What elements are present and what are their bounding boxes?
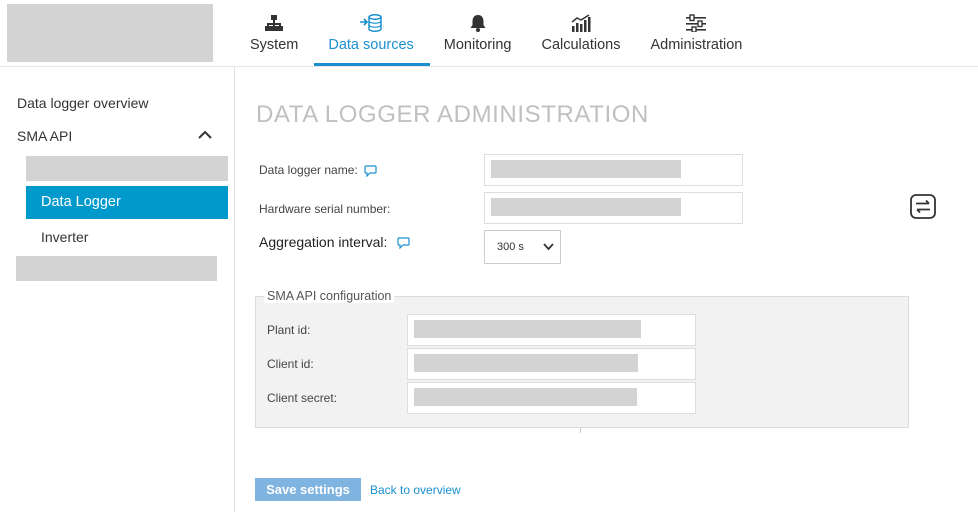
comment-icon[interactable] <box>364 165 377 177</box>
sidebar-item-inverter[interactable]: Inverter <box>41 229 88 245</box>
selected-value: 300 s <box>497 241 524 253</box>
sidebar-item-overview[interactable]: Data logger overview <box>17 95 149 111</box>
sidebar-item-data-logger[interactable]: Data Logger <box>26 186 228 219</box>
label-client-id: Client id: <box>267 357 314 371</box>
redacted-value <box>414 388 637 406</box>
label-plant-id: Plant id: <box>267 323 311 337</box>
chevron-down-icon <box>543 243 554 251</box>
client-id-input[interactable] <box>407 348 696 380</box>
redacted-value <box>491 160 681 178</box>
label-hardware-serial: Hardware serial number: <box>259 202 391 216</box>
swap-icon[interactable] <box>910 194 936 219</box>
save-settings-button[interactable]: Save settings <box>255 478 361 501</box>
nav-monitoring-label: Monitoring <box>443 37 512 53</box>
nav-monitoring[interactable]: Monitoring <box>430 0 528 66</box>
sidebar: Data logger overview SMA API Data Logger… <box>0 67 235 512</box>
redacted-value <box>414 354 638 372</box>
label-client-secret: Client secret: <box>267 391 338 405</box>
sitemap-icon <box>265 15 284 31</box>
database-import-icon <box>360 14 382 32</box>
data-logger-name-input[interactable] <box>484 154 743 186</box>
hardware-serial-input[interactable] <box>484 192 743 224</box>
page-title: DATA LOGGER ADMINISTRATION <box>256 101 649 128</box>
label-text: Aggregation interval: <box>259 234 388 250</box>
bell-icon <box>470 15 486 32</box>
label-data-logger-name: Data logger name: <box>259 163 377 177</box>
nav-data-sources-label: Data sources <box>328 37 414 53</box>
redacted-value <box>414 320 641 338</box>
plant-id-input[interactable] <box>407 314 696 346</box>
sidebar-group-sma-api[interactable]: SMA API <box>17 128 72 144</box>
logo[interactable] <box>7 4 213 62</box>
sma-api-config-legend: SMA API configuration <box>264 289 395 303</box>
aggregation-interval-select[interactable]: 300 s <box>484 230 561 264</box>
back-to-overview-link[interactable]: Back to overview <box>370 483 461 497</box>
redacted-value <box>491 198 681 216</box>
sliders-icon <box>686 14 707 32</box>
nav-administration-label: Administration <box>650 37 743 53</box>
nav-administration[interactable]: Administration <box>636 0 758 66</box>
nav-system-label: System <box>250 37 299 53</box>
sidebar-item-redacted[interactable] <box>26 156 228 181</box>
nav-calculations[interactable]: Calculations <box>527 0 636 66</box>
nav-calculations-label: Calculations <box>541 37 621 53</box>
nav-data-sources[interactable]: Data sources <box>314 0 430 66</box>
label-text: Data logger name: <box>259 163 358 177</box>
comment-icon[interactable] <box>397 237 411 250</box>
nav-system[interactable]: System <box>236 0 314 66</box>
client-secret-input[interactable] <box>407 382 696 414</box>
label-aggregation-interval: Aggregation interval: <box>259 234 411 250</box>
top-navigation: System Data sources Monitoring Calculati… <box>236 0 758 66</box>
chart-icon <box>571 14 591 32</box>
divider-tick <box>580 428 581 433</box>
chevron-up-icon[interactable] <box>197 127 213 143</box>
sidebar-item-redacted-2[interactable] <box>16 256 217 281</box>
